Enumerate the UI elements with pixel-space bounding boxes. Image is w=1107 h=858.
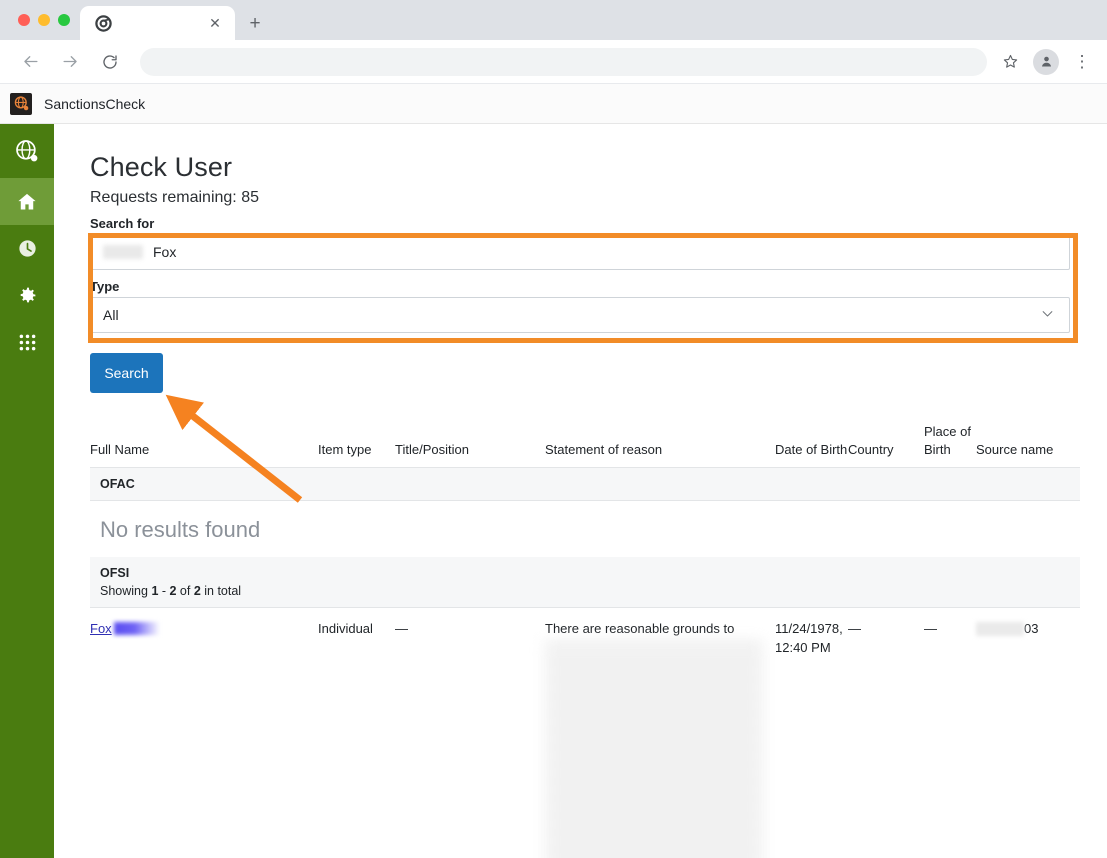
redacted-name-block <box>113 622 160 636</box>
showing-count: Showing 1 - 2 of 2 in total <box>100 584 1080 598</box>
search-input[interactable]: Fox <box>90 234 1070 270</box>
sidebar <box>0 124 54 858</box>
cell-source-name: 03 <box>976 620 1076 658</box>
search-for-label: Search for <box>90 216 155 231</box>
type-select[interactable]: All <box>90 297 1070 333</box>
redacted-text-block <box>103 245 143 259</box>
column-header-full-name: Full Name <box>90 441 150 457</box>
search-button[interactable]: Search <box>90 353 163 393</box>
globe-logo-icon <box>10 92 32 115</box>
star-icon[interactable] <box>995 47 1025 77</box>
toolbar-actions: ⋮ <box>995 47 1097 77</box>
results-table: Full Name Item type Title/Position State… <box>90 423 1080 858</box>
showing-dash: - <box>158 584 170 599</box>
group-name: OFAC <box>100 477 135 492</box>
browser-titlebar: ✕ + <box>0 0 1107 40</box>
showing-of: of <box>176 584 194 599</box>
close-icon[interactable]: ✕ <box>207 15 223 31</box>
home-icon <box>18 193 36 210</box>
cell-title-position: — <box>395 621 408 637</box>
source-name-value: 03 <box>1024 621 1039 637</box>
sidebar-item-apps[interactable] <box>0 319 54 366</box>
statement-text: There are reasonable grounds to <box>545 621 735 637</box>
column-header-country: Country <box>848 441 894 457</box>
browser-toolbar: ⋮ <box>0 40 1107 84</box>
main-content: Check User Requests remaining: 85 Search… <box>54 124 1107 858</box>
browser-window: ✕ + ⋮ SanctionsCheck Check User Requests… <box>0 0 1107 858</box>
gear-icon <box>20 287 35 303</box>
table-group-header-ofsi: OFSI Showing 1 - 2 of 2 in total <box>90 557 1080 609</box>
window-controls <box>0 14 80 40</box>
new-tab-button[interactable]: + <box>241 9 269 37</box>
column-header-source-name: Source name <box>976 441 1054 457</box>
grid-apps-icon <box>19 334 35 351</box>
redacted-source-block <box>976 622 1024 637</box>
no-results-message: No results found <box>100 517 261 543</box>
cell-date-of-birth: 11/24/1978, 12:40 PM <box>775 621 843 655</box>
profile-icon[interactable] <box>1033 48 1059 75</box>
back-icon[interactable] <box>14 46 46 78</box>
column-header-date-of-birth: Date of Birth <box>775 441 848 457</box>
maximize-window-button[interactable] <box>58 14 70 26</box>
search-form: Fox Type All Search <box>90 234 1080 393</box>
column-header-title-position: Title/Position <box>395 441 469 457</box>
search-input-value: Fox <box>153 244 177 260</box>
close-window-button[interactable] <box>18 14 30 26</box>
group-name: OFSI <box>100 566 130 581</box>
column-header-item-type: Item type <box>318 441 372 457</box>
showing-suffix: in total <box>200 584 242 599</box>
cell-item-type: Individual <box>318 621 373 637</box>
cell-country: — <box>848 621 861 637</box>
sidebar-item-home[interactable] <box>0 178 54 225</box>
app-body: Check User Requests remaining: 85 Search… <box>0 124 1107 858</box>
forward-icon[interactable] <box>54 46 86 78</box>
cell-full-name: Fox <box>90 620 318 658</box>
table-header-row: Full Name Item type Title/Position State… <box>90 423 1080 469</box>
menu-icon[interactable]: ⋮ <box>1067 47 1097 77</box>
type-select-value: All <box>103 307 119 323</box>
sidebar-item-logo[interactable] <box>0 124 54 178</box>
redacted-statement-block <box>545 642 763 858</box>
minimize-window-button[interactable] <box>38 14 50 26</box>
app-name: SanctionsCheck <box>44 95 146 112</box>
full-name-link[interactable]: Fox <box>90 621 112 636</box>
app-header: SanctionsCheck <box>0 84 1107 124</box>
clock-icon <box>18 240 36 257</box>
browser-tab[interactable]: ✕ <box>80 6 235 40</box>
reload-icon[interactable] <box>94 46 126 78</box>
sidebar-item-settings[interactable] <box>0 272 54 319</box>
showing-prefix: Showing <box>100 584 152 599</box>
chrome-icon <box>95 14 112 32</box>
chevron-down-icon <box>1040 306 1055 324</box>
sidebar-item-history[interactable] <box>0 225 54 272</box>
table-group-header-ofac: OFAC <box>90 468 1080 502</box>
cell-place-of-birth: — <box>924 621 937 637</box>
type-label: Type <box>90 279 120 294</box>
address-bar[interactable] <box>140 47 987 76</box>
cell-statement-of-reason: There are reasonable grounds to <box>545 620 775 858</box>
table-row: Fox Individual — There are reasonable gr… <box>90 608 1080 858</box>
column-header-place-of-birth: Place of Birth <box>924 424 971 457</box>
column-header-statement-of-reason: Statement of reason <box>545 441 663 457</box>
requests-remaining: Requests remaining: 85 <box>90 189 259 206</box>
page-title: Check User <box>90 152 233 182</box>
showing-total: 2 <box>193 584 201 599</box>
